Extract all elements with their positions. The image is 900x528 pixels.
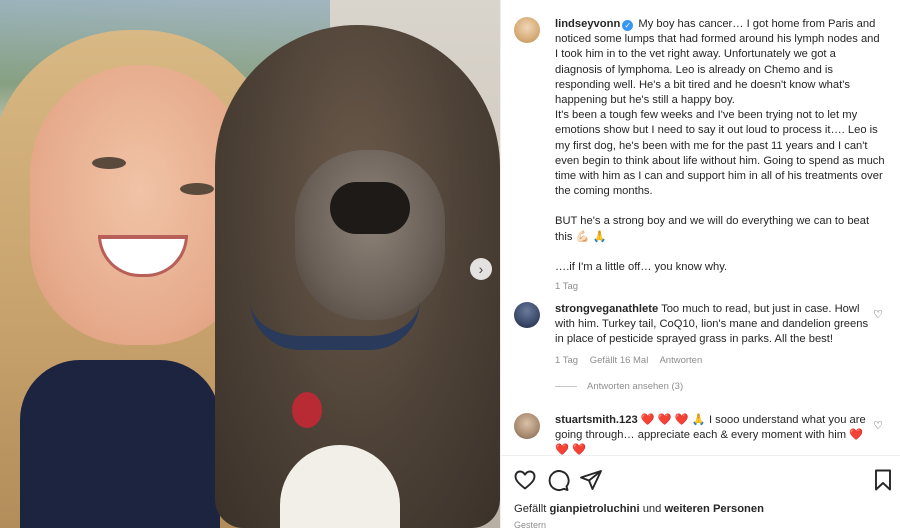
photo-person-shirt bbox=[20, 360, 220, 528]
reply-button[interactable]: Antworten bbox=[659, 355, 702, 366]
comment-body: stuartsmith.123 ❤️ ❤️ ❤️ 🙏 I sooo unders… bbox=[555, 413, 875, 455]
photo-eye-left bbox=[92, 157, 126, 169]
comment-username[interactable]: strongveganathlete bbox=[555, 303, 658, 315]
action-bar: Gefällt gianpietroluchini und weiteren P… bbox=[501, 455, 900, 528]
photo-smile bbox=[98, 235, 188, 277]
post-date: Gestern bbox=[514, 520, 547, 528]
share-icon[interactable] bbox=[579, 468, 603, 492]
chevron-right-icon[interactable]: › bbox=[470, 258, 492, 280]
comment-time: 1 Tag bbox=[555, 354, 579, 366]
avatar[interactable] bbox=[514, 413, 540, 439]
photo-eye-right bbox=[180, 183, 214, 195]
caption-gap bbox=[555, 245, 885, 260]
comment-username[interactable]: stuartsmith.123 bbox=[555, 414, 638, 426]
likes-prefix: Gefällt bbox=[514, 503, 547, 515]
likes-middle: und bbox=[642, 503, 662, 515]
photo-dog-nose bbox=[330, 182, 410, 234]
caption-paragraph-4: ….if I'm a little off… you know why. bbox=[555, 260, 728, 273]
comment-icon[interactable] bbox=[546, 468, 570, 492]
comment-body: strongveganathlete Too much to read, but… bbox=[555, 302, 875, 368]
caption-paragraph-2: It's been a tough few weeks and I've bee… bbox=[555, 109, 885, 198]
bookmark-icon[interactable] bbox=[871, 468, 895, 492]
verified-icon: ✓ bbox=[622, 20, 634, 31]
post-photo[interactable]: › bbox=[0, 0, 500, 528]
avatar[interactable] bbox=[514, 17, 540, 43]
replies-divider bbox=[555, 385, 577, 387]
view-replies-label: Antworten ansehen (3) bbox=[587, 381, 684, 392]
post-caption: lindseyvonn ✓ My boy has cancer… I got ho… bbox=[555, 17, 885, 294]
likes-summary[interactable]: Gefällt gianpietroluchini und weiteren P… bbox=[514, 503, 764, 515]
likes-user[interactable]: gianpietroluchini bbox=[549, 503, 639, 515]
heart-icon[interactable]: ♡ bbox=[873, 419, 883, 432]
caption-paragraph-1: lindseyvonn ✓ My boy has cancer… I got ho… bbox=[555, 17, 885, 108]
avatar[interactable] bbox=[514, 302, 540, 328]
caption-paragraph-3: BUT he's a strong boy and we will do eve… bbox=[555, 215, 870, 243]
caption-text-1: My boy has cancer… I got home from Paris… bbox=[555, 18, 880, 107]
post-side-panel: lindseyvonn ✓ My boy has cancer… I got ho… bbox=[500, 0, 900, 528]
comment-likes[interactable]: Gefällt 16 Mal bbox=[590, 355, 649, 366]
likes-suffix[interactable]: weiteren Personen bbox=[664, 503, 763, 515]
post-time: 1 Tag bbox=[555, 281, 579, 293]
caption-gap bbox=[555, 199, 885, 214]
comment-meta: 1 Tag Gefällt 16 Mal Antworten bbox=[555, 353, 875, 368]
heart-icon[interactable] bbox=[513, 468, 537, 492]
photo-dog-snout bbox=[295, 150, 445, 320]
photo-dog-collar bbox=[250, 300, 420, 350]
comments-scroll[interactable]: lindseyvonn ✓ My boy has cancer… I got ho… bbox=[501, 0, 900, 455]
view-replies-button[interactable]: Antworten ansehen (3) bbox=[555, 381, 683, 392]
photo-dog-tag bbox=[292, 392, 322, 428]
post-username[interactable]: lindseyvonn bbox=[555, 18, 620, 30]
heart-icon[interactable]: ♡ bbox=[873, 308, 883, 321]
